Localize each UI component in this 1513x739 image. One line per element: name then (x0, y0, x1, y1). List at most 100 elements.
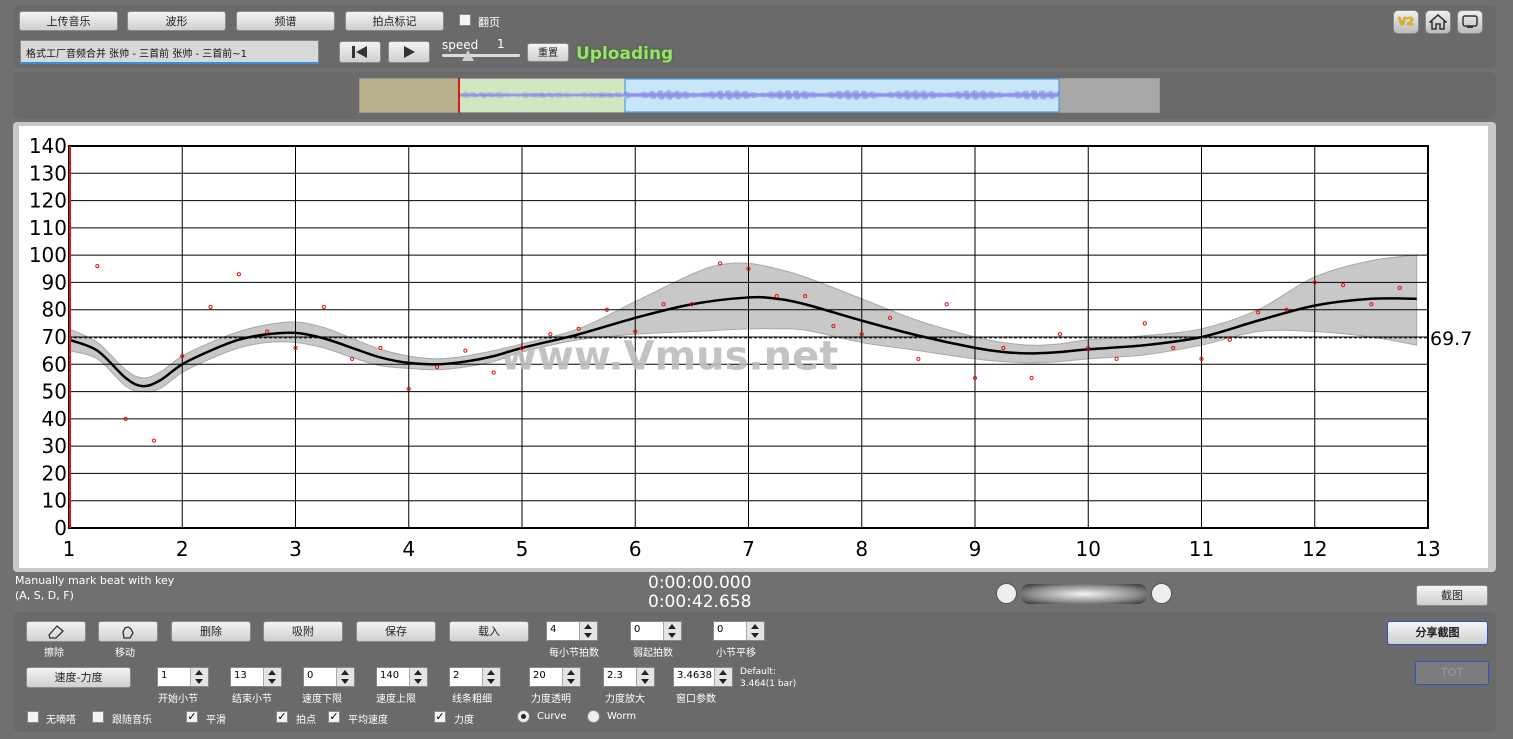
dyn-scale-value: 2.3 (607, 670, 623, 681)
x-tick-label: 11 (1189, 537, 1214, 561)
beat-point[interactable] (95, 263, 100, 269)
default-line-1: Default: (740, 667, 776, 677)
beat-point-checkbox[interactable]: ✓ (276, 711, 288, 723)
stepper-arrows[interactable] (562, 668, 580, 686)
overview-waveform[interactable] (359, 78, 1160, 113)
window-param-stepper[interactable]: 3.4638 (673, 667, 733, 687)
zoom-control[interactable] (996, 582, 1173, 606)
worm-radio[interactable] (587, 710, 600, 723)
zoom-out-icon[interactable] (996, 583, 1017, 604)
zoom-bar[interactable] (1020, 584, 1148, 604)
line-width-stepper[interactable]: 2 (449, 667, 501, 687)
reset-button[interactable]: 重置 (527, 43, 569, 62)
speed-slider-thumb[interactable] (462, 50, 474, 61)
v2-button[interactable]: V2 (1393, 10, 1419, 34)
beat-point[interactable] (491, 370, 496, 375)
page-turn-checkbox[interactable] (459, 14, 471, 26)
y-tick-label: 140 (29, 134, 67, 158)
snap-button[interactable]: 吸附 (263, 621, 343, 642)
window-button[interactable] (1457, 10, 1483, 34)
move-button[interactable] (98, 621, 158, 642)
beat-point[interactable] (236, 272, 241, 277)
tempo-min-stepper[interactable]: 0 (303, 667, 355, 687)
beats-per-bar-label: 每小节拍数 (549, 648, 599, 659)
start-bar-stepper[interactable]: 1 (157, 667, 209, 687)
dyn-alpha-label: 力度透明 (531, 694, 571, 705)
y-tick-label: 20 (42, 461, 67, 485)
beat-point[interactable] (1142, 321, 1147, 326)
y-tick-label: 50 (42, 380, 67, 404)
y-tick-label: 110 (29, 216, 67, 240)
spectrum-button[interactable]: 频谱 (236, 11, 335, 31)
save-button[interactable]: 保存 (356, 621, 436, 642)
erase-label: 擦除 (44, 648, 64, 659)
tempo-chart[interactable]: www.Vmus.net 69.7010203040506070809010011… (19, 126, 1488, 568)
dyn-alpha-value: 20 (533, 670, 546, 681)
upload-music-button[interactable]: 上传音乐 (19, 11, 118, 31)
smooth-checkbox[interactable]: ✓ (186, 711, 198, 723)
tempo-max-label: 速度上限 (376, 694, 416, 705)
beat-point[interactable] (718, 261, 723, 266)
rewind-button[interactable] (339, 41, 381, 63)
move-label: 移动 (115, 648, 135, 659)
no-sound-checkbox[interactable] (27, 711, 39, 723)
current-time: 0:00:00.000 (648, 573, 752, 593)
y-tick-label: 70 (42, 325, 67, 349)
home-button[interactable] (1425, 10, 1451, 34)
x-tick-label: 5 (516, 537, 529, 561)
beat-point[interactable] (1227, 337, 1232, 342)
zoom-in-icon[interactable] (1151, 583, 1172, 604)
tempo-max-stepper[interactable]: 140 (376, 667, 428, 687)
beat-point[interactable] (944, 302, 949, 307)
stepper-arrows[interactable] (263, 668, 281, 686)
curve-radio[interactable] (517, 710, 530, 723)
window-param-value: 3.4638 (677, 670, 712, 681)
stepper-arrows[interactable] (714, 668, 732, 686)
screenshot-button[interactable]: 截图 (1416, 585, 1488, 606)
dynamics-checkbox[interactable]: ✓ (434, 711, 446, 723)
beat-point[interactable] (1029, 375, 1034, 381)
dyn-alpha-stepper[interactable]: 20 (529, 667, 581, 687)
overview-playhead[interactable] (458, 78, 460, 113)
y-tick-label: 130 (29, 161, 67, 185)
bar-shift-value: 0 (717, 624, 724, 635)
tempo-dynamics-button[interactable]: 速度-力度 (26, 667, 131, 688)
delete-button[interactable]: 删除 (171, 621, 251, 642)
beat-point[interactable] (208, 304, 213, 310)
tot-button[interactable]: TOT (1415, 661, 1489, 685)
share-screenshot-button[interactable]: 分享截图 (1387, 621, 1488, 645)
pickup-stepper[interactable]: 0 (630, 621, 682, 641)
stepper-arrows[interactable] (482, 668, 500, 686)
avg-tempo-checkbox[interactable]: ✓ (328, 711, 340, 723)
speed-slider-track[interactable] (442, 54, 520, 57)
end-bar-stepper[interactable]: 13 (230, 667, 282, 687)
stepper-arrows[interactable] (663, 622, 681, 640)
beat-point[interactable] (350, 356, 355, 361)
waveform-button[interactable]: 波形 (127, 11, 226, 31)
beat-point[interactable] (1114, 356, 1119, 361)
erase-button[interactable] (26, 621, 86, 642)
beat-point[interactable] (378, 345, 383, 351)
beat-point[interactable] (463, 348, 468, 353)
bar-shift-stepper[interactable]: 0 (713, 621, 765, 641)
stepper-arrows[interactable] (636, 668, 654, 686)
play-button[interactable] (388, 41, 430, 63)
beat-point[interactable] (1057, 332, 1063, 337)
tempo-max-value: 140 (380, 670, 400, 681)
stepper-arrows[interactable] (409, 668, 427, 686)
stepper-arrows[interactable] (190, 668, 208, 686)
follow-music-checkbox[interactable] (92, 711, 104, 723)
beat-point[interactable] (916, 356, 921, 361)
beat-point[interactable] (151, 438, 157, 443)
beats-per-bar-stepper[interactable]: 4 (546, 621, 598, 641)
stepper-arrows[interactable] (579, 622, 597, 640)
dyn-scale-stepper[interactable]: 2.3 (603, 667, 655, 687)
stepper-arrows[interactable] (336, 668, 354, 686)
file-name-field[interactable]: 格式工厂音频合并 张帅 - 三首前 张帅 - 三首前~1 (20, 40, 319, 64)
load-button[interactable]: 载入 (449, 621, 529, 642)
beat-point[interactable] (321, 304, 326, 310)
eraser-icon (48, 625, 64, 639)
beat-mark-button[interactable]: 拍点标记 (345, 11, 444, 31)
start-bar-value: 1 (161, 670, 168, 681)
stepper-arrows[interactable] (746, 622, 764, 640)
